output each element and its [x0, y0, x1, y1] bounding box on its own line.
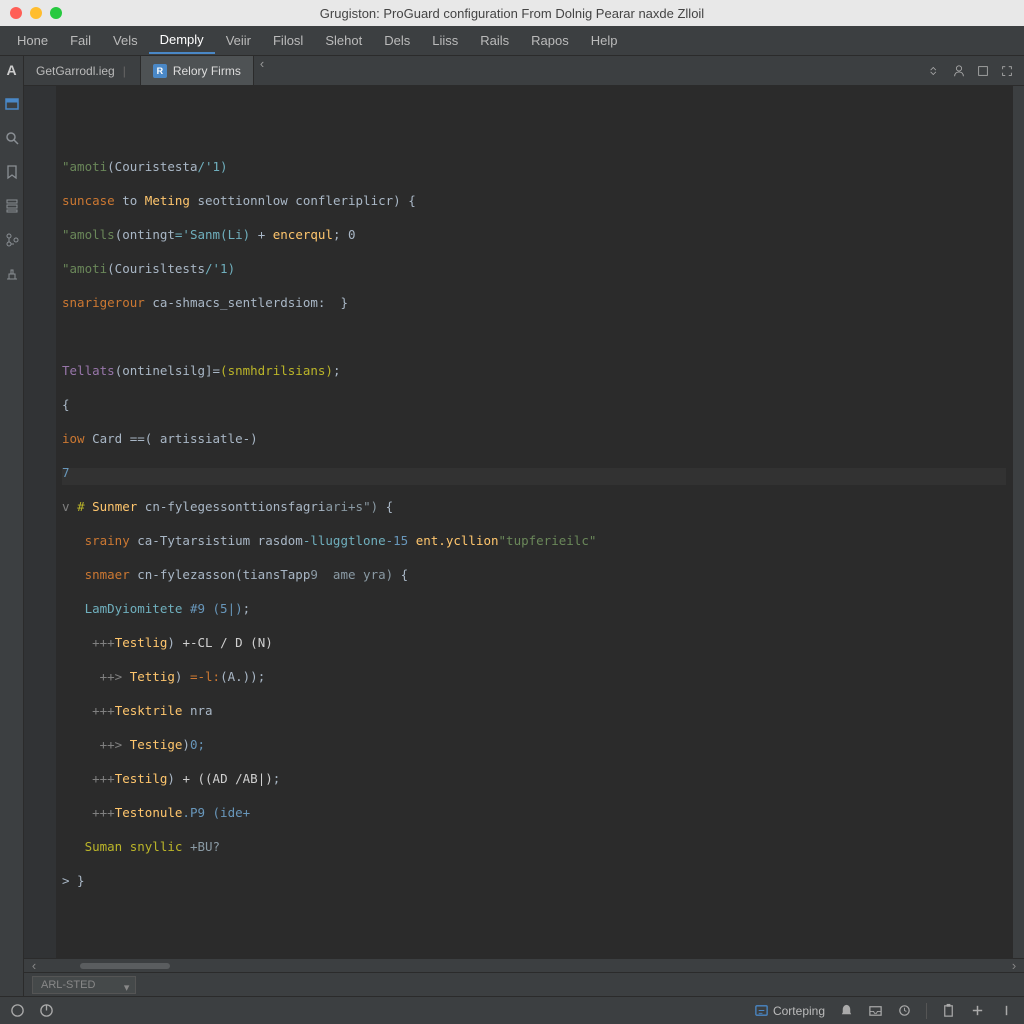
menu-rails[interactable]: Rails [469, 28, 520, 53]
code-editor[interactable]: "amoti(Couristesta/'1) suncase to Meting… [24, 86, 1024, 958]
menu-demply[interactable]: Demply [149, 27, 215, 54]
menubar: Hone Fail Vels Demply Veiir Filosl Sleho… [0, 26, 1024, 56]
build-tool-icon[interactable] [4, 266, 20, 282]
tool-a-icon[interactable]: A [4, 62, 20, 78]
scroll-right-icon[interactable]: › [1008, 960, 1020, 972]
user-icon[interactable] [952, 64, 966, 78]
menu-fail[interactable]: Fail [59, 28, 102, 53]
stop-icon[interactable] [39, 1003, 54, 1018]
menu-filosl[interactable]: Filosl [262, 28, 314, 53]
tab-label: GetGarrodl.ieg [36, 64, 115, 78]
menu-hone[interactable]: Hone [6, 28, 59, 53]
status-label: Corteping [773, 1004, 825, 1018]
menu-veiir[interactable]: Veiir [215, 28, 262, 53]
bookmark-tool-icon[interactable] [4, 164, 20, 180]
code-content[interactable]: "amoti(Couristesta/'1) suncase to Meting… [56, 86, 1012, 958]
add-icon[interactable] [970, 1003, 985, 1018]
titlebar: Grugiston: ProGuard configuration From D… [0, 0, 1024, 26]
power-icon[interactable] [10, 1003, 25, 1018]
statusbar: Corteping [0, 996, 1024, 1024]
breadcrumb-select[interactable]: ARL-STED ▾ [32, 976, 136, 994]
tab-separator-icon: | [123, 64, 126, 78]
menu-rapos[interactable]: Rapos [520, 28, 580, 53]
more-icon[interactable] [999, 1003, 1014, 1018]
project-tool-icon[interactable] [4, 96, 20, 112]
menu-help[interactable]: Help [580, 28, 629, 53]
scroll-thumb[interactable] [80, 963, 170, 969]
menu-vels[interactable]: Vels [102, 28, 149, 53]
workspace: A GetGarrodl.ieg | R Rel [0, 56, 1024, 996]
inbox-icon[interactable] [868, 1003, 883, 1018]
line-gutter [24, 86, 56, 958]
task-icon [754, 1003, 769, 1018]
structure-tool-icon[interactable] [4, 198, 20, 214]
scroll-track[interactable] [44, 962, 1004, 970]
tab-getgarrodl[interactable]: GetGarrodl.ieg | [24, 56, 141, 85]
scroll-left-icon[interactable]: ‹ [28, 960, 40, 972]
status-separator-icon [926, 1003, 927, 1019]
left-tool-strip: A [0, 56, 24, 996]
breadcrumb-bar: ARL-STED ▾ [24, 972, 1024, 996]
tab-relory-firms[interactable]: R Relory Firms [141, 56, 254, 85]
search-tool-icon[interactable] [4, 130, 20, 146]
editor-area: GetGarrodl.ieg | R Relory Firms ‹ "amoti… [24, 56, 1024, 996]
tab-label: Relory Firms [173, 64, 241, 78]
editor-right-gutter [1012, 86, 1024, 958]
maximize-icon[interactable] [1000, 64, 1014, 78]
breadcrumb-value: ARL-STED [41, 979, 95, 991]
menu-slehot[interactable]: Slehot [314, 28, 373, 53]
editor-tabbar: GetGarrodl.ieg | R Relory Firms ‹ [24, 56, 1024, 86]
menu-dels[interactable]: Dels [373, 28, 421, 53]
expand-icon[interactable] [928, 64, 942, 78]
window-icon[interactable] [976, 64, 990, 78]
vcs-tool-icon[interactable] [4, 232, 20, 248]
horizontal-scrollbar[interactable]: ‹ › [24, 958, 1024, 972]
clipboard-icon[interactable] [941, 1003, 956, 1018]
notifications-icon[interactable] [839, 1003, 854, 1018]
file-type-icon: R [153, 64, 167, 78]
chevron-down-icon: ▾ [124, 981, 130, 994]
window-title: Grugiston: ProGuard configuration From D… [0, 6, 1024, 21]
tab-nav-left-icon[interactable]: ‹ [254, 56, 270, 85]
tabbar-actions [918, 56, 1024, 85]
status-corteping[interactable]: Corteping [754, 1003, 825, 1018]
menu-liiss[interactable]: Liiss [421, 28, 469, 53]
sync-icon[interactable] [897, 1003, 912, 1018]
